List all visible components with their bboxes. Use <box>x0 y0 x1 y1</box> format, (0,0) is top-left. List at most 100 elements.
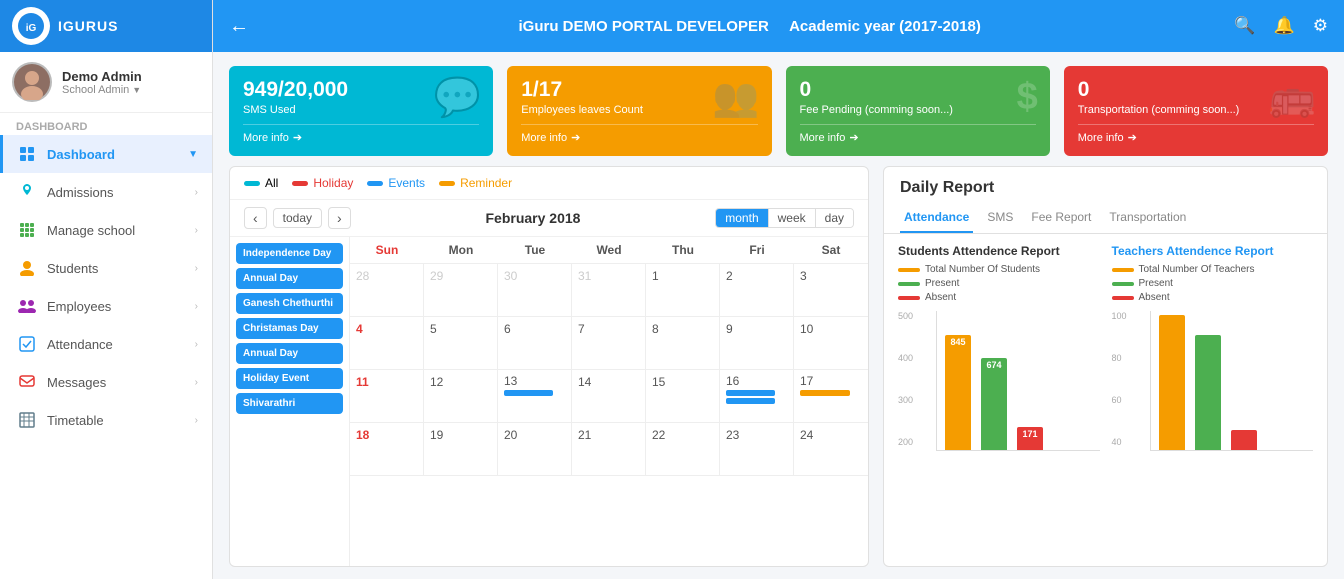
table-row[interactable]: 1 <box>646 264 720 316</box>
table-row[interactable]: 29 <box>424 264 498 316</box>
calendar-next-button[interactable]: › <box>328 207 351 229</box>
legend-all[interactable]: All <box>244 176 278 190</box>
stat-card-transport: 🚌 0 Transportation (comming soon...) Mor… <box>1064 66 1328 156</box>
back-button[interactable]: ← <box>229 15 249 38</box>
event-chip-holiday[interactable]: Holiday Event <box>236 368 343 389</box>
y-label: 200 <box>898 437 913 447</box>
cal-week-1: 28 29 30 31 1 2 3 <box>350 264 868 317</box>
table-row[interactable]: 12 <box>424 370 498 422</box>
table-row[interactable]: 18 <box>350 423 424 475</box>
students-section-title: Students Attendence Report <box>898 244 1100 258</box>
legend-all-label: All <box>265 176 278 190</box>
report-tab-sms[interactable]: SMS <box>983 203 1017 233</box>
table-row[interactable]: 21 <box>572 423 646 475</box>
sidebar-item-label: Dashboard <box>47 147 188 162</box>
sidebar-item-employees[interactable]: Employees › <box>0 287 212 325</box>
cal-view-day[interactable]: day <box>816 209 853 227</box>
calendar-today-button[interactable]: today <box>273 208 322 228</box>
event-chip-shiva[interactable]: Shivarathri <box>236 393 343 414</box>
cal-view-month[interactable]: month <box>716 209 768 227</box>
event-chip-ganesh[interactable]: Ganesh Chethurthi <box>236 293 343 314</box>
sidebar-brand: iG IGURUS <box>0 0 212 52</box>
bar-chart-students: 845 674 171 <box>936 311 1100 451</box>
table-row[interactable]: 16 <box>720 370 794 422</box>
sidebar-item-students[interactable]: Students › <box>0 249 212 287</box>
event-chip-independence[interactable]: Independence Day <box>236 243 343 264</box>
report-tab-attendance[interactable]: Attendance <box>900 203 973 233</box>
cal-week-3: 11 12 13 14 15 16 17 <box>350 370 868 423</box>
user-role[interactable]: School Admin ▼ <box>62 84 142 96</box>
sidebar-item-label: Manage school <box>47 223 195 238</box>
sidebar-item-messages[interactable]: Messages › <box>0 363 212 401</box>
table-row[interactable]: 7 <box>572 317 646 369</box>
sidebar-item-dashboard[interactable]: Dashboard ▼ <box>0 135 212 173</box>
sidebar: iG IGURUS Demo Admin School Admin ▼ Dash… <box>0 0 213 579</box>
table-row[interactable]: 15 <box>646 370 720 422</box>
table-row[interactable]: 5 <box>424 317 498 369</box>
table-row[interactable]: 22 <box>646 423 720 475</box>
sidebar-item-manage-school[interactable]: Manage school › <box>0 211 212 249</box>
legend-all-dot <box>244 181 260 186</box>
table-row[interactable]: 4 <box>350 317 424 369</box>
day-number: 24 <box>800 428 813 442</box>
legend-holiday[interactable]: Holiday <box>292 176 353 190</box>
stat-more-employees[interactable]: More info ➔ <box>521 124 757 144</box>
legend-label-present-teachers: Present <box>1139 278 1173 289</box>
table-row[interactable]: 14 <box>572 370 646 422</box>
table-row[interactable]: 20 <box>498 423 572 475</box>
day-number: 23 <box>726 428 739 442</box>
y-label: 40 <box>1112 437 1127 447</box>
cal-week-2: 4 5 6 7 8 9 10 <box>350 317 868 370</box>
sidebar-item-attendance[interactable]: Attendance › <box>0 325 212 363</box>
report-tab-fee[interactable]: Fee Report <box>1027 203 1095 233</box>
table-row[interactable]: 24 <box>794 423 868 475</box>
stat-more-fee[interactable]: More info ➔ <box>800 124 1036 144</box>
stat-more-transport[interactable]: More info ➔ <box>1078 124 1314 144</box>
y-label: 60 <box>1112 395 1127 405</box>
sidebar-item-timetable[interactable]: Timetable › <box>0 401 212 439</box>
stat-more-sms[interactable]: More info ➔ <box>243 124 479 144</box>
table-row[interactable]: 2 <box>720 264 794 316</box>
legend-events[interactable]: Events <box>367 176 425 190</box>
bar-chart-teachers <box>1150 311 1314 451</box>
stat-card-fee: $ 0 Fee Pending (comming soon...) More i… <box>786 66 1050 156</box>
search-icon[interactable]: 🔍 <box>1234 16 1255 36</box>
table-row[interactable]: 13 <box>498 370 572 422</box>
sidebar-nav: Dashboard Dashboard ▼ Admissions › Manag… <box>0 113 212 579</box>
more-info-fee-label: More info <box>800 132 846 144</box>
table-row[interactable]: 6 <box>498 317 572 369</box>
legend-label-absent-students: Absent <box>925 292 956 303</box>
notification-icon[interactable]: 🔔 <box>1274 16 1295 36</box>
cal-header-fri: Fri <box>720 237 794 263</box>
sidebar-item-admissions[interactable]: Admissions › <box>0 173 212 211</box>
day-number: 20 <box>504 428 517 442</box>
event-chip-christmas[interactable]: Christamas Day <box>236 318 343 339</box>
table-row[interactable]: 8 <box>646 317 720 369</box>
table-row[interactable]: 3 <box>794 264 868 316</box>
event-chip-annual2[interactable]: Annual Day <box>236 343 343 364</box>
table-row[interactable]: 19 <box>424 423 498 475</box>
event-chip-annual1[interactable]: Annual Day <box>236 268 343 289</box>
legend-reminder[interactable]: Reminder <box>439 176 512 190</box>
table-row[interactable]: 23 <box>720 423 794 475</box>
table-row[interactable]: 30 <box>498 264 572 316</box>
cal-view-week[interactable]: week <box>769 209 816 227</box>
calendar-prev-button[interactable]: ‹ <box>244 207 267 229</box>
legend-color-present-students <box>898 282 920 286</box>
calendar-nav: ‹ today › February 2018 month week day <box>230 200 868 237</box>
table-row[interactable]: 11 <box>350 370 424 422</box>
day-number: 10 <box>800 322 813 336</box>
legend-holiday-label: Holiday <box>313 176 353 190</box>
report-tab-transport[interactable]: Transportation <box>1105 203 1190 233</box>
y-label: 300 <box>898 395 913 405</box>
sidebar-item-label: Students <box>47 261 195 276</box>
arrow-right-icon: ➔ <box>571 131 580 144</box>
table-row[interactable]: 17 <box>794 370 868 422</box>
settings-icon[interactable]: ⚙ <box>1313 16 1328 36</box>
day-number: 5 <box>430 322 437 336</box>
table-row[interactable]: 31 <box>572 264 646 316</box>
table-row[interactable]: 28 <box>350 264 424 316</box>
table-row[interactable]: 9 <box>720 317 794 369</box>
table-row[interactable]: 10 <box>794 317 868 369</box>
legend-color-total-teachers <box>1112 268 1134 272</box>
